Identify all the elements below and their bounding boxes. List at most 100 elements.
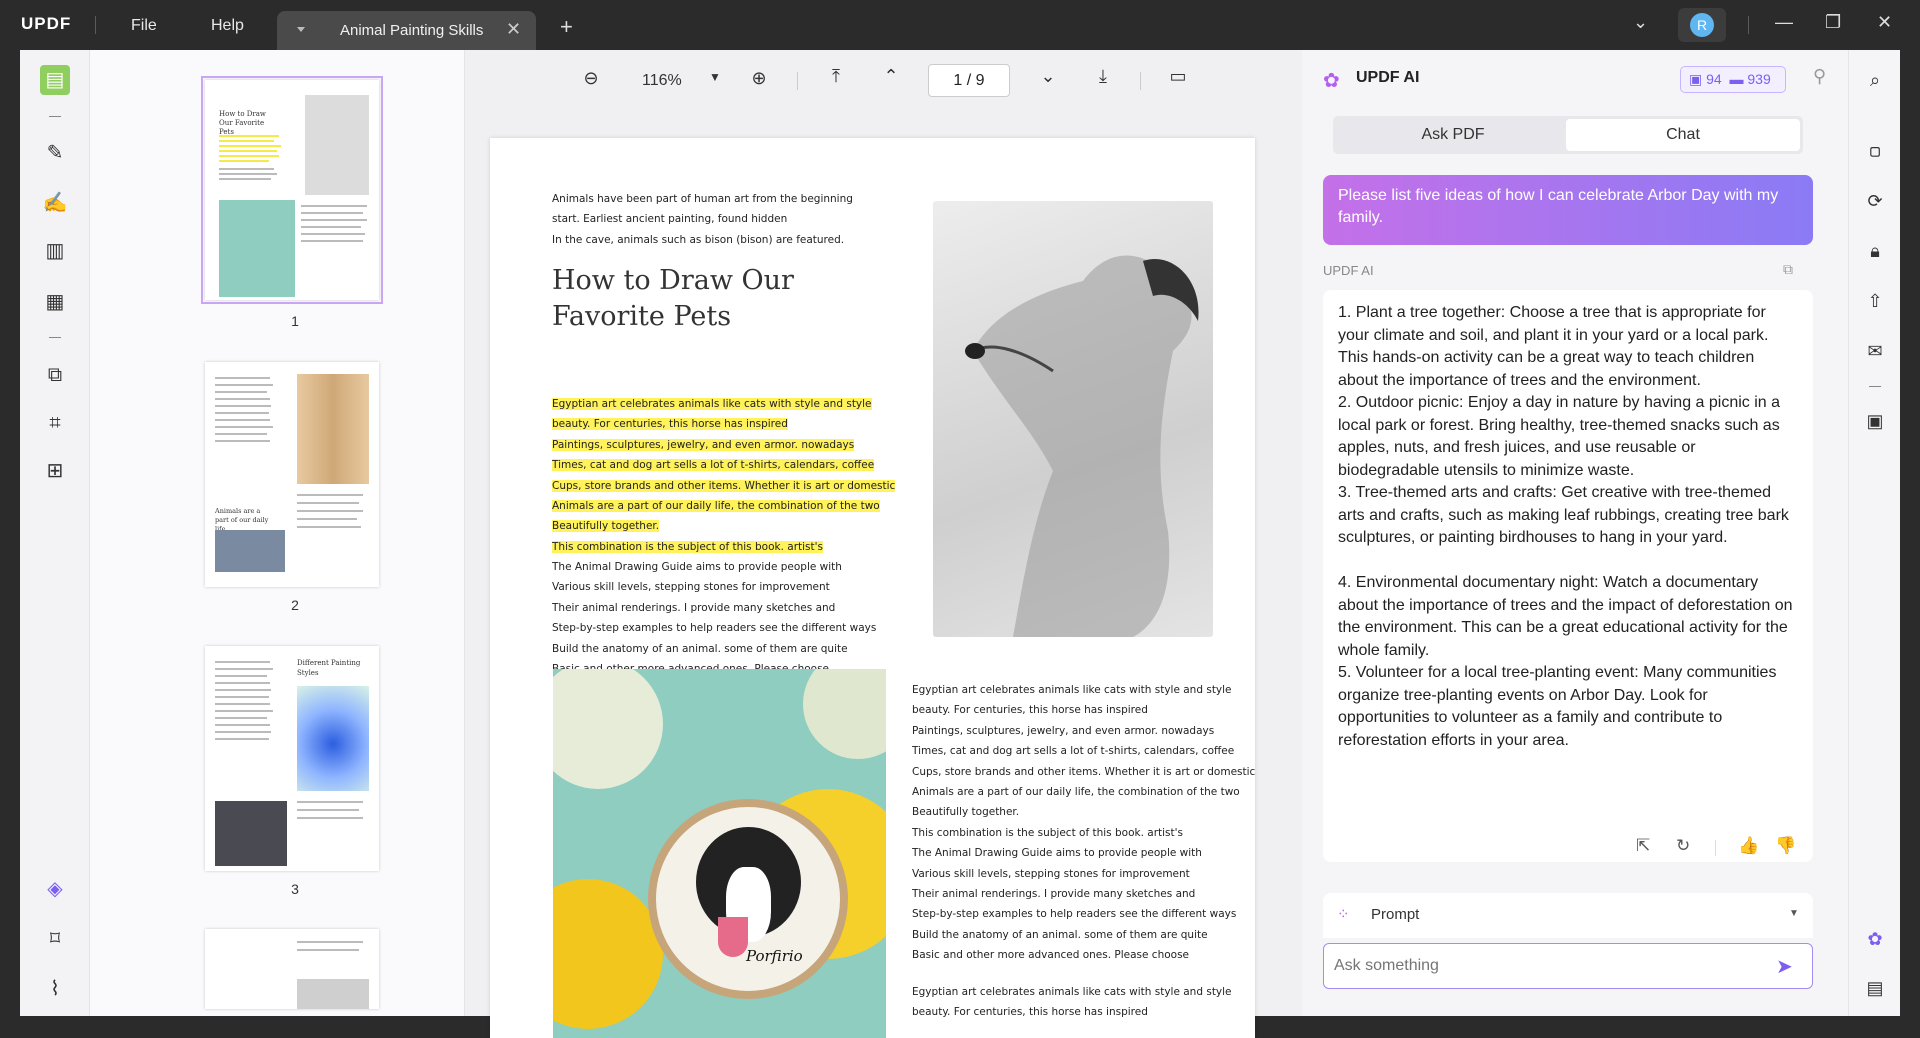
tool-separator	[1869, 386, 1881, 387]
presentation-icon[interactable]: ▭	[1165, 66, 1191, 92]
close-tab-icon[interactable]: ✕	[506, 19, 521, 40]
thumbs-up-icon[interactable]: 👍	[1738, 836, 1759, 856]
ai-title: UPDF AI	[1356, 69, 1420, 86]
chevron-down-icon[interactable]: ▼	[1789, 908, 1799, 919]
last-page-icon[interactable]: ⤓	[1090, 66, 1116, 92]
text-line-content: This combination is the subject of this …	[552, 540, 823, 553]
ocr-icon[interactable]: ▢	[1862, 138, 1888, 164]
thumb-paints	[215, 801, 287, 866]
document-tab[interactable]: Animal Painting Skills ✕	[277, 11, 536, 50]
comment-icon[interactable]: ✎	[40, 138, 70, 168]
tab-ask-pdf[interactable]: Ask PDF	[1336, 119, 1570, 151]
edit-pdf-icon[interactable]: ✍	[40, 188, 70, 218]
prompt-selector[interactable]: ⁘ Prompt ▼	[1323, 893, 1813, 938]
zoom-level[interactable]: 116%	[642, 72, 682, 90]
title-bar: UPDF File Help Animal Painting Skills ✕ …	[0, 0, 1920, 50]
text-line-content: Egyptian art celebrates animals like cat…	[552, 398, 872, 410]
bookmark-icon[interactable]: ⌑	[40, 924, 70, 954]
pin-icon[interactable]: ⚲	[1813, 66, 1826, 87]
text-line: Cups, store brands and other items. Whet…	[912, 762, 1255, 782]
menu-help[interactable]: Help	[211, 17, 244, 35]
text-line: Paintings, sculptures, jewelry, and even…	[912, 721, 1214, 741]
tab-dropdown-icon[interactable]	[297, 27, 305, 32]
avatar-button[interactable]: R	[1678, 8, 1726, 42]
dog-portrait-tongue	[718, 917, 748, 957]
text-line-content: This combination is the subject of this …	[912, 826, 1183, 839]
protect-icon[interactable]: 🔒︎	[1862, 238, 1888, 264]
next-page-icon[interactable]: ⌄	[1035, 66, 1061, 92]
updf-ai-icon[interactable]: ✿	[1862, 926, 1888, 952]
text-line-content: Animals are a part of our daily life, th…	[552, 500, 880, 512]
page-layout-icon[interactable]: ▥	[40, 236, 70, 266]
text-line: Step-by-step examples to help readers se…	[552, 618, 876, 638]
embroidery-hoop: Porfirio	[648, 799, 848, 999]
thumbnail-page-4[interactable]	[205, 929, 379, 1009]
crop-icon[interactable]: ⌗	[40, 408, 70, 438]
thumbnail-number: 2	[291, 597, 299, 613]
restore-icon[interactable]: ❐	[1825, 12, 1841, 33]
text-line-content: Cups, store brands and other items. Whet…	[912, 765, 1256, 778]
thumbnail-page-3[interactable]: Different Painting Styles	[205, 646, 379, 871]
ai-response: 1. Plant a tree together: Choose a tree …	[1323, 290, 1813, 862]
text-line-content: beauty. For centuries, this horse has in…	[912, 704, 1148, 717]
reader-mode-icon[interactable]: ▤	[40, 65, 70, 95]
copy-icon[interactable]: ⧉	[1783, 261, 1793, 278]
prompt-label: Prompt	[1371, 906, 1420, 923]
text-line: Build the anatomy of an animal. some of …	[912, 925, 1208, 945]
flower-decoration	[553, 669, 663, 789]
layers-icon[interactable]: ◈	[40, 874, 70, 904]
attachment-icon[interactable]: ⌇	[40, 974, 70, 1004]
zoom-out-icon[interactable]: ⊖	[578, 68, 604, 94]
comments-list-icon[interactable]: ▤	[1862, 975, 1888, 1001]
zoom-dropdown-icon[interactable]: ▼	[702, 70, 728, 96]
save-icon[interactable]: ▣	[1862, 408, 1888, 434]
zoom-in-icon[interactable]: ⊕	[746, 68, 772, 94]
thumbnail-page-1[interactable]: How to Draw Our Favorite Pets	[201, 76, 383, 304]
text-line: Egyptian art celebrates animals like cat…	[552, 394, 872, 414]
minimize-icon[interactable]: —	[1775, 12, 1793, 33]
text-line: Cups, store brands and other items. Whet…	[552, 476, 896, 496]
share-icon[interactable]: ⇧	[1862, 288, 1888, 314]
thumbs-down-icon[interactable]: 👎	[1775, 836, 1796, 856]
first-page-icon[interactable]: ⤒	[823, 66, 849, 92]
regenerate-icon[interactable]: ↻	[1676, 836, 1690, 856]
text-line-content: Cups, store brands and other items. Whet…	[552, 479, 896, 492]
thumbnail-page-2[interactable]: Animals are a part of our daily life	[205, 362, 379, 587]
text-line: Egyptian art celebrates animals like cat…	[912, 982, 1232, 1002]
form-icon[interactable]: ▦	[40, 287, 70, 317]
answer-item: 1. Plant a tree together: Choose a tree …	[1338, 304, 1769, 389]
close-window-icon[interactable]: ✕	[1877, 12, 1892, 33]
title-separator	[95, 16, 96, 34]
ai-panel: ✿ UPDF AI ▣ 94 ▬ 939 ⚲ Ask PDF Chat Plea…	[1303, 50, 1848, 1016]
text-line: This combination is the subject of this …	[552, 537, 823, 557]
search-icon[interactable]: ⌕	[1862, 67, 1888, 93]
pdf-credit-count: 94	[1706, 71, 1722, 87]
send-icon[interactable]: ➤	[1776, 954, 1800, 978]
ai-mode-switch: Ask PDF Chat	[1333, 116, 1803, 154]
menu-file[interactable]: File	[131, 17, 157, 35]
updf-logo: UPDF	[21, 14, 71, 34]
previous-page-icon[interactable]: ⌃	[878, 66, 904, 92]
avatar-initial: R	[1690, 13, 1714, 37]
convert-icon[interactable]: ⊞	[40, 456, 70, 486]
toolbar-separator	[797, 72, 798, 90]
ask-input[interactable]	[1334, 954, 1754, 978]
text-line: Build the anatomy of an animal. some of …	[552, 639, 848, 659]
email-icon[interactable]: ✉	[1862, 338, 1888, 364]
text-line: The Animal Drawing Guide aims to provide…	[912, 843, 1202, 863]
text-line-content: Animals have been part of human art from…	[552, 193, 853, 205]
credit-badge[interactable]: ▣ 94 ▬ 939	[1680, 66, 1786, 93]
page-number-input[interactable]: 1 / 9	[928, 64, 1010, 97]
new-tab-button[interactable]: +	[560, 14, 573, 40]
ask-box: ➤	[1323, 943, 1813, 989]
text-line-content: Step-by-step examples to help readers se…	[912, 908, 1237, 921]
export-icon[interactable]: ⇱	[1636, 836, 1650, 856]
text-line: Animals have been part of human art from…	[552, 189, 853, 209]
chevron-down-icon[interactable]: ⌄	[1633, 12, 1648, 33]
tool-separator	[49, 337, 61, 338]
tab-chat[interactable]: Chat	[1566, 119, 1800, 151]
ai-response-label: UPDF AI	[1323, 263, 1374, 278]
convert-pdf-icon[interactable]: ⟳	[1862, 188, 1888, 214]
text-line: Egyptian art celebrates animals like cat…	[912, 680, 1232, 700]
organize-pages-icon[interactable]: ⧉	[40, 360, 70, 390]
